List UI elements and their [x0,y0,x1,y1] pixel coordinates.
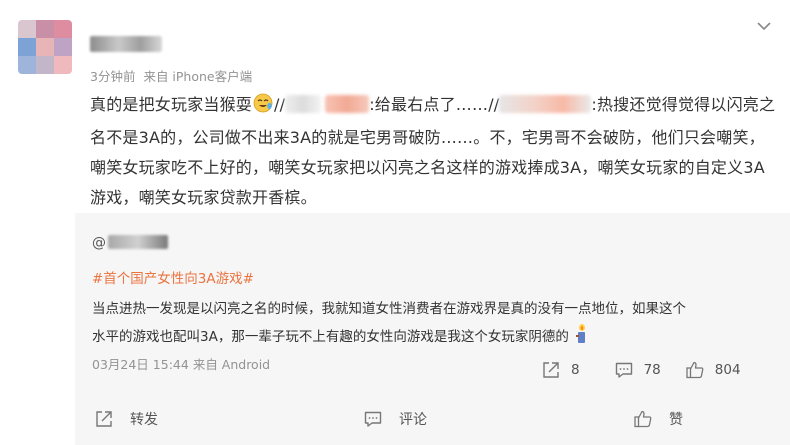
post-body: 真的是把女玩家当猴耍//:给最右点了……//:热搜还觉得觉得以闪亮之名不是3A的… [90,90,776,213]
bottom-toolbar: 转发 评论 赞 [0,405,790,437]
at-symbol: @ [92,235,106,251]
hashtag-link[interactable]: #首个国产女性向3A游戏# [92,267,254,287]
mention-blurred[interactable] [499,95,592,113]
retweet-comment-action[interactable]: 78 [614,360,661,380]
retweet-source: 来自 Android [192,357,271,372]
author-name-blurred[interactable] [90,36,162,52]
retweet-meta: 03月24日 15:44 来自 Android [92,354,270,373]
retweet-text: 当点进热一发现是以闪亮之名的时候，我就知道女性消费者在游戏界是真的没有一点地位，… [92,295,692,354]
retweet-author[interactable]: @ [92,235,168,251]
share-icon[interactable] [94,409,130,429]
share-icon[interactable] [541,360,561,380]
like-button[interactable]: 赞 [633,409,683,429]
mention-blurred[interactable] [285,95,322,113]
thumbs-up-icon[interactable] [633,409,669,429]
like-count: 804 [714,362,741,378]
post-meta: 3分钟前 来自 iPhone客户端 [90,66,252,85]
comment-label: 评论 [399,412,427,428]
comment-icon[interactable] [363,409,399,429]
repost-label: 转发 [130,412,158,428]
mention-blurred[interactable] [325,95,370,113]
thumbs-up-icon[interactable] [685,360,705,380]
retweet-share-action[interactable]: 8 [541,360,580,380]
comment-button[interactable]: 评论 [363,409,427,429]
post-time[interactable]: 3分钟前 [90,69,135,84]
avatar[interactable] [18,20,72,74]
post-source: 来自 iPhone客户端 [143,69,253,84]
share-count: 8 [571,362,580,378]
post-text-part: 真的是把女玩家当猴耍 [90,95,253,114]
comment-icon[interactable] [614,360,634,380]
retweet-actions: 8 78 804 [541,358,741,382]
weibo-post-card: 3分钟前 来自 iPhone客户端 真的是把女玩家当猴耍//:给最右点了……//:… [0,0,790,445]
crying-laughing-emoji [252,93,274,123]
like-label: 赞 [669,412,683,428]
retweet-text-body: 当点进热一发现是以闪亮之名的时候，我就知道女性消费者在游戏界是真的没有一点地位，… [92,301,686,345]
chevron-down-icon[interactable] [754,16,774,36]
retweet-like-action[interactable]: 804 [685,360,741,380]
post-text-part: :给最右点了……// [369,95,500,114]
retweet-author-blurred[interactable] [108,235,168,249]
post-text-part: // [274,95,286,114]
retweet-date[interactable]: 03月24日 15:44 [92,357,189,372]
candle-emoji [573,324,589,354]
repost-button[interactable]: 转发 [94,409,158,429]
comment-count: 78 [643,362,661,378]
